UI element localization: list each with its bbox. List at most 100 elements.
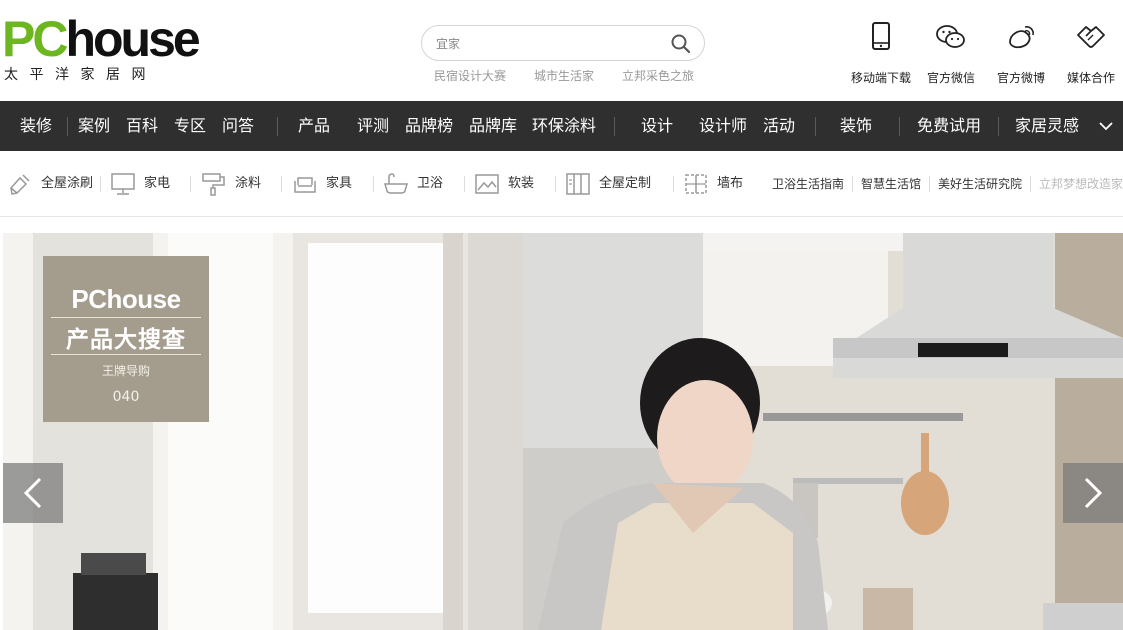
wechat-button[interactable]: 官方微信 [916, 20, 986, 86]
category-wall-cloth[interactable]: 墙布 [684, 170, 754, 198]
category-divider [673, 176, 674, 192]
brush-icon [9, 174, 30, 195]
category-divider [281, 176, 282, 192]
category-label: 家具 [326, 176, 353, 191]
category-label: 全屋涂刷 [41, 176, 94, 191]
page: PChouse 太平洋家居网 民宿设计大赛 城市生活家 立邦采色之旅 移动端下载… [0, 0, 1123, 630]
promo-issue-number: 040 [112, 389, 140, 405]
category-bathroom[interactable]: 卫浴 [383, 170, 453, 198]
chevron-right-icon [1084, 477, 1103, 509]
category-label: 涂料 [235, 176, 262, 191]
nav-divider [614, 117, 615, 136]
category-divider [373, 176, 374, 192]
logo-wordmark: PChouse [2, 14, 222, 66]
category-divider [464, 176, 465, 192]
site-logo[interactable]: PChouse 太平洋家居网 [2, 14, 222, 84]
category-furniture[interactable]: 家具 [292, 170, 362, 198]
nav-item-home-inspiration[interactable]: 家居灵感 [1015, 101, 1079, 151]
category-paint[interactable]: 涂料 [201, 170, 271, 198]
link-better-life-institute[interactable]: 美好生活研究院 [938, 170, 1022, 198]
logo-text: house [65, 11, 200, 67]
category-soft-furnishing[interactable]: 软装 [474, 170, 544, 198]
chevron-left-icon [23, 477, 42, 509]
nav-divider [815, 117, 816, 136]
paint-roller-icon [202, 173, 225, 196]
category-label: 家电 [144, 176, 171, 191]
search-icon[interactable] [670, 33, 692, 55]
nav-item-cases[interactable]: 案例 [78, 101, 110, 151]
promo-subtitle: 王牌导购 [101, 364, 150, 378]
nav-item-reviews[interactable]: 评测 [357, 101, 389, 151]
weibo-icon [1009, 26, 1034, 49]
promo-title: 产品大搜查 [66, 326, 186, 353]
wardrobe-icon [566, 173, 590, 195]
category-label: 软装 [508, 176, 535, 191]
category-label: 墙布 [717, 176, 744, 191]
main-nav: 装修 案例 百科 专区 问答 产品 评测 品牌榜 品牌库 环保涂料 设计 设计师… [0, 101, 1123, 151]
handshake-icon [1077, 26, 1105, 48]
category-appliances[interactable]: 家电 [110, 170, 180, 198]
tool-label: 官方微博 [996, 71, 1045, 85]
tool-label: 移动端下载 [850, 71, 911, 85]
category-label: 卫浴 [417, 176, 444, 191]
nav-item-eco-paint[interactable]: 环保涂料 [532, 101, 596, 151]
category-whole-house-painting[interactable]: 全屋涂刷 [8, 170, 100, 198]
sofa-icon [294, 177, 316, 193]
nav-divider [899, 117, 900, 136]
picture-icon [475, 174, 499, 194]
tool-label: 官方微信 [926, 71, 975, 85]
hero-carousel[interactable]: PChouse 产品大搜查 王牌导购 040 [3, 233, 1123, 630]
nav-divider [67, 117, 68, 136]
weibo-button[interactable]: 官方微博 [986, 20, 1056, 86]
nav-item-free-trial[interactable]: 免费试用 [917, 101, 981, 151]
tool-label: 媒体合作 [1066, 71, 1115, 85]
link-smart-living[interactable]: 智慧生活馆 [861, 170, 921, 198]
category-label: 全屋定制 [599, 176, 652, 191]
promo-divider [51, 354, 201, 355]
mobile-icon [872, 22, 890, 50]
category-divider [1030, 176, 1031, 192]
search-input[interactable] [436, 34, 666, 54]
nav-item-decoration[interactable]: 装修 [20, 101, 52, 151]
wechat-icon [936, 25, 965, 48]
promo-divider [51, 317, 201, 318]
promo-brand: PChouse [71, 284, 181, 314]
nav-item-design[interactable]: 设计 [641, 101, 673, 151]
monitor-icon [111, 173, 135, 195]
logo-letter-c: C [32, 11, 68, 67]
category-custom-cabinetry[interactable]: 全屋定制 [565, 170, 665, 198]
bathtub-icon [384, 173, 408, 194]
category-divider [929, 176, 930, 192]
carousel-next-button[interactable] [1063, 463, 1123, 523]
nav-item-qa[interactable]: 问答 [222, 101, 254, 151]
nav-item-zones[interactable]: 专区 [174, 101, 206, 151]
category-divider [190, 176, 191, 192]
nav-item-designers[interactable]: 设计师 [699, 101, 747, 151]
logo-letter-p: P [2, 11, 35, 67]
mobile-download-button[interactable]: 移动端下载 [846, 20, 916, 86]
category-bar: 全屋涂刷 家电 涂料 家具 卫浴 软装 全屋定制 墙布 卫浴生活指南 智慧生活馆… [0, 151, 1123, 217]
category-divider [100, 176, 101, 192]
hot-link[interactable]: 城市生活家 [534, 67, 594, 84]
search-box [421, 25, 705, 61]
nav-item-decor[interactable]: 装饰 [840, 101, 872, 151]
chevron-down-icon[interactable] [1097, 118, 1115, 134]
link-bathroom-guide[interactable]: 卫浴生活指南 [772, 170, 844, 198]
nav-item-brand-library[interactable]: 品牌库 [469, 101, 517, 151]
link-dream-renovation[interactable]: 立邦梦想改造家 [1039, 170, 1123, 198]
category-divider [852, 176, 853, 192]
hot-link[interactable]: 立邦采色之旅 [622, 67, 694, 84]
hot-search-links: 民宿设计大赛 城市生活家 立邦采色之旅 [421, 67, 705, 83]
hot-link[interactable]: 民宿设计大赛 [434, 67, 506, 84]
header: PChouse 太平洋家居网 民宿设计大赛 城市生活家 立邦采色之旅 移动端下载… [0, 0, 1123, 101]
nav-item-products[interactable]: 产品 [298, 101, 330, 151]
nav-item-brand-ranking[interactable]: 品牌榜 [405, 101, 453, 151]
wallcloth-icon [685, 174, 707, 194]
nav-divider [998, 117, 999, 136]
nav-divider [277, 117, 278, 136]
media-cooperation-button[interactable]: 媒体合作 [1056, 20, 1123, 86]
promo-badge[interactable]: PChouse 产品大搜查 王牌导购 040 [43, 256, 209, 422]
nav-item-encyclopedia[interactable]: 百科 [126, 101, 158, 151]
nav-item-events[interactable]: 活动 [763, 101, 795, 151]
carousel-prev-button[interactable] [3, 463, 63, 523]
